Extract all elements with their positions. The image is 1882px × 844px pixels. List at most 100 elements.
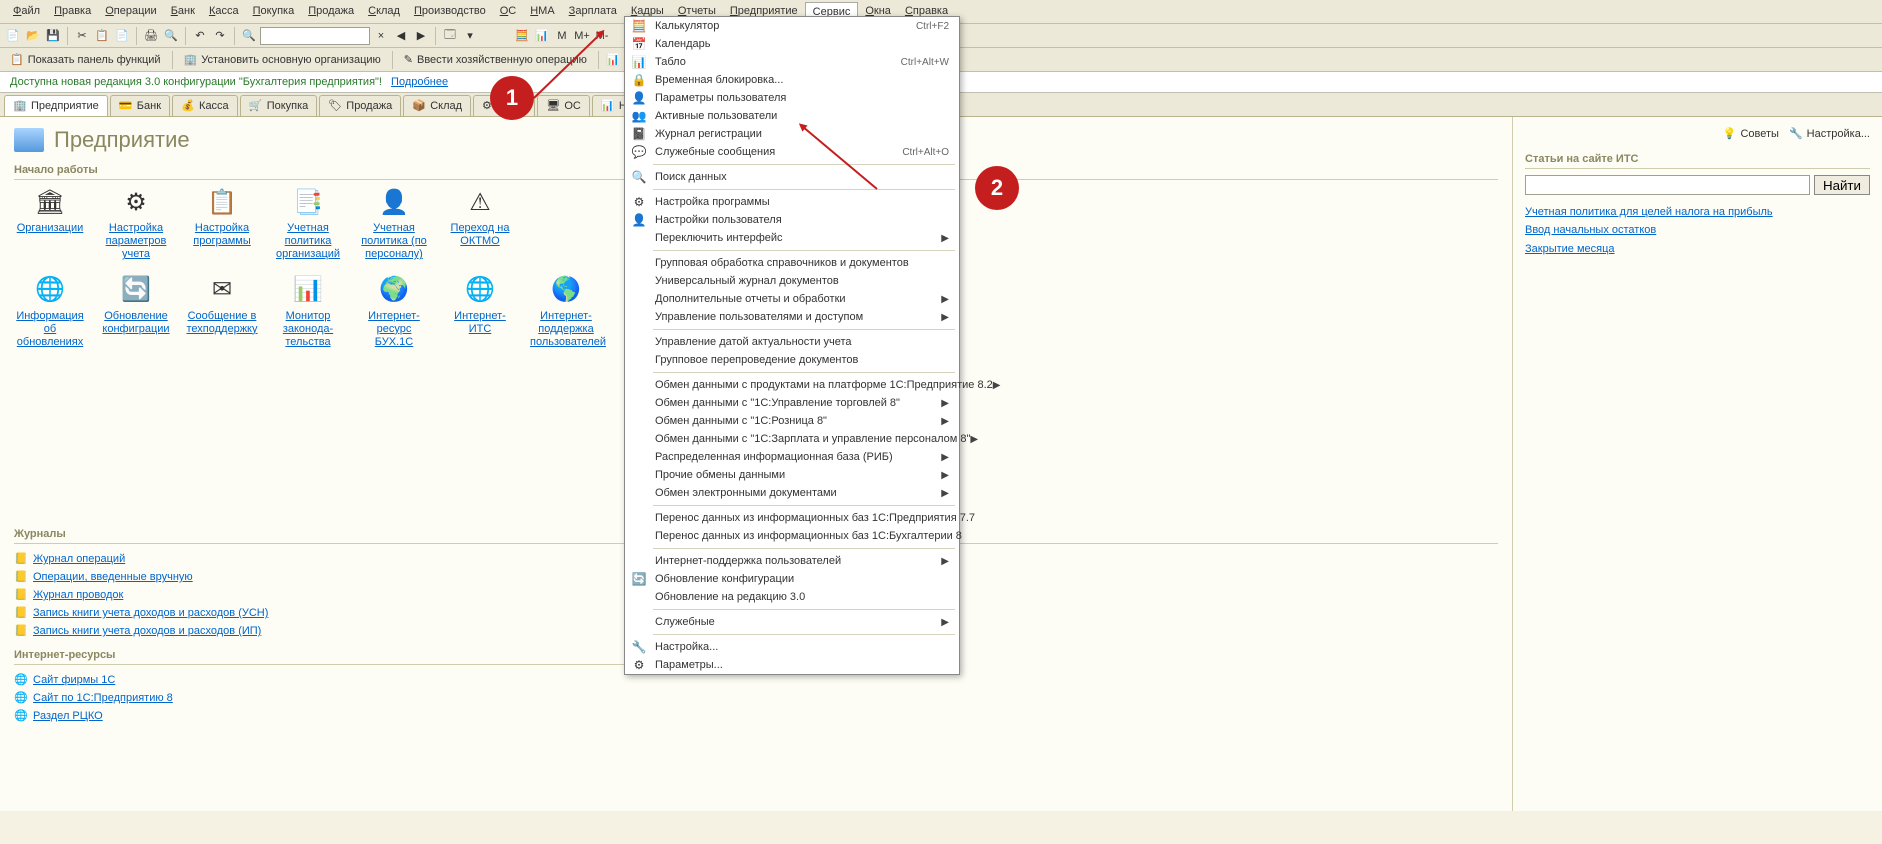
menu-item[interactable]: Служебные▶ bbox=[625, 613, 959, 631]
menu-item[interactable]: Прочие обмены данными▶ bbox=[625, 466, 959, 484]
menu-item[interactable]: Групповое перепроведение документов bbox=[625, 351, 959, 369]
menu-покупка[interactable]: Покупка bbox=[246, 2, 302, 21]
menu-item[interactable]: Обмен данными с продуктами на платформе … bbox=[625, 376, 959, 394]
show-panel-button[interactable]: 📋 Показать панель функций bbox=[4, 51, 167, 68]
action-item[interactable]: 👤Учетная политика (по персоналу) bbox=[358, 186, 430, 262]
redo-icon[interactable]: ↷ bbox=[211, 27, 229, 45]
menu-item[interactable]: 🧮КалькуляторCtrl+F2 bbox=[625, 17, 959, 35]
action-item[interactable]: 📋Настройка программы bbox=[186, 186, 258, 262]
menu-банк[interactable]: Банк bbox=[164, 2, 202, 21]
menu-item[interactable]: ⚙Настройка программы bbox=[625, 193, 959, 211]
menu-item[interactable]: Управление пользователями и доступом▶ bbox=[625, 308, 959, 326]
find-button[interactable]: Найти bbox=[1814, 175, 1870, 195]
menu-item[interactable]: 👤Настройки пользователя bbox=[625, 211, 959, 229]
action-item[interactable]: 🌐Интернет-ИТС bbox=[444, 274, 516, 350]
action-item[interactable]: ✉Сообщение в техподдержку bbox=[186, 274, 258, 350]
its-link[interactable]: Учетная политика для целей налога на при… bbox=[1525, 205, 1870, 219]
tab-предприятие[interactable]: 🏢Предприятие bbox=[4, 95, 108, 116]
next-icon[interactable]: ▶ bbox=[412, 27, 430, 45]
its-search-input[interactable] bbox=[1525, 175, 1810, 195]
menu-продажа[interactable]: Продажа bbox=[301, 2, 361, 21]
menu-операции[interactable]: Операции bbox=[98, 2, 163, 21]
menu-item[interactable]: 📊ТаблоCtrl+Alt+W bbox=[625, 53, 959, 71]
clear-icon[interactable]: × bbox=[372, 27, 390, 45]
menu-item[interactable]: 📅Календарь bbox=[625, 35, 959, 53]
menu-item[interactable]: Распределенная информационная база (РИБ)… bbox=[625, 448, 959, 466]
menu-item[interactable]: Перенос данных из информационных баз 1С:… bbox=[625, 527, 959, 545]
open-icon[interactable]: 📂 bbox=[24, 27, 42, 45]
menu-item[interactable]: Обновление на редакцию 3.0 bbox=[625, 588, 959, 606]
search-input[interactable] bbox=[260, 27, 370, 45]
menu-item[interactable]: 🔒Временная блокировка... bbox=[625, 71, 959, 89]
list-item[interactable]: 🌐Сайт по 1С:Предприятию 8 bbox=[14, 689, 746, 707]
menu-item[interactable]: Обмен данными с "1С:Зарплата и управлени… bbox=[625, 430, 959, 448]
menu-производство[interactable]: Производство bbox=[407, 2, 493, 21]
menu-item[interactable]: 🔧Настройка... bbox=[625, 638, 959, 656]
action-item[interactable]: 📑Учетная политика организаций bbox=[272, 186, 344, 262]
menu-правка[interactable]: Правка bbox=[47, 2, 98, 21]
tab-банк[interactable]: 💳Банк bbox=[110, 95, 170, 116]
menu-item[interactable]: Обмен данными с "1С:Управление торговлей… bbox=[625, 394, 959, 412]
action-item[interactable]: 📊Монитор законода- тельства bbox=[272, 274, 344, 350]
window-icon[interactable]: 🗔 bbox=[441, 27, 459, 45]
action-item[interactable]: 🔄Обновление конфиграции bbox=[100, 274, 172, 350]
tab-склад[interactable]: 📦Склад bbox=[403, 95, 471, 116]
action-item[interactable]: 🌎Интернет-поддержка пользователей bbox=[530, 274, 602, 350]
action-item[interactable]: ⚙Настройка параметров учета bbox=[100, 186, 172, 262]
menu-item[interactable]: Переключить интерфейс▶ bbox=[625, 229, 959, 247]
set-org-button[interactable]: 🏢 Установить основную организацию bbox=[178, 51, 387, 68]
undo-icon[interactable]: ↶ bbox=[191, 27, 209, 45]
action-item[interactable]: 🌍Интернет-ресурс БУХ.1С bbox=[358, 274, 430, 350]
tb2-icon-1[interactable]: 📊 bbox=[604, 51, 622, 69]
menu-нма[interactable]: НМА bbox=[523, 2, 561, 21]
menu-ос[interactable]: ОС bbox=[493, 2, 524, 21]
calc-icon[interactable]: 🧮 bbox=[513, 27, 531, 45]
mc-icon[interactable]: 📊 bbox=[533, 27, 551, 45]
menu-item[interactable]: 👥Активные пользователи bbox=[625, 107, 959, 125]
menu-файл[interactable]: Файл bbox=[6, 2, 47, 21]
save-icon[interactable]: 💾 bbox=[44, 27, 62, 45]
tab-покупка[interactable]: 🛒Покупка bbox=[240, 95, 318, 116]
search-icon[interactable]: 🔍 bbox=[240, 27, 258, 45]
menu-item[interactable]: Управление датой актуальности учета bbox=[625, 333, 959, 351]
menu-item[interactable]: Дополнительные отчеты и обработки▶ bbox=[625, 290, 959, 308]
menu-item[interactable]: 🔄Обновление конфигурации bbox=[625, 570, 959, 588]
menu-item[interactable]: Перенос данных из информационных баз 1С:… bbox=[625, 509, 959, 527]
copy-icon[interactable]: 📋 bbox=[93, 27, 111, 45]
cut-icon[interactable]: ✂ bbox=[73, 27, 91, 45]
action-item[interactable]: 🌐Информация об обновлениях bbox=[14, 274, 86, 350]
preview-icon[interactable]: 🔍 bbox=[162, 27, 180, 45]
menu-item[interactable]: Интернет-поддержка пользователей▶ bbox=[625, 552, 959, 570]
dropdown-icon[interactable]: ▾ bbox=[461, 27, 479, 45]
list-item[interactable]: 🌐Раздел РЦКО bbox=[14, 707, 746, 725]
menu-item[interactable]: ⚙Параметры... bbox=[625, 656, 959, 674]
notice-link[interactable]: Подробнее bbox=[391, 76, 448, 88]
settings-button[interactable]: 🔧Настройка... bbox=[1789, 127, 1870, 140]
tab-касса[interactable]: 💰Касса bbox=[172, 95, 238, 116]
menu-item[interactable]: 📓Журнал регистрации bbox=[625, 125, 959, 143]
menu-item[interactable]: 🔍Поиск данных bbox=[625, 168, 959, 186]
prev-icon[interactable]: ◀ bbox=[392, 27, 410, 45]
new-icon[interactable]: 📄 bbox=[4, 27, 22, 45]
menu-item[interactable]: 👤Параметры пользователя bbox=[625, 89, 959, 107]
its-link[interactable]: Ввод начальных остатков bbox=[1525, 223, 1870, 237]
menu-item[interactable]: Обмен электронными документами▶ bbox=[625, 484, 959, 502]
print-icon[interactable]: 🖨 bbox=[142, 27, 160, 45]
menu-item[interactable]: 💬Служебные сообщенияCtrl+Alt+O bbox=[625, 143, 959, 161]
action-item[interactable]: 🏛Организации bbox=[14, 186, 86, 262]
m-label[interactable]: М bbox=[553, 27, 571, 45]
its-link[interactable]: Закрытие месяца bbox=[1525, 242, 1870, 256]
tab-продажа[interactable]: 🏷Продажа bbox=[319, 95, 401, 116]
menu-склад[interactable]: Склад bbox=[361, 2, 407, 21]
tips-button[interactable]: 💡Советы bbox=[1723, 127, 1779, 140]
menu-item[interactable]: Обмен данными с "1С:Розница 8"▶ bbox=[625, 412, 959, 430]
action-item[interactable]: ⚠Переход на ОКТМО bbox=[444, 186, 516, 262]
menu-item[interactable]: Групповая обработка справочников и докум… bbox=[625, 254, 959, 272]
enter-op-button[interactable]: ✎ Ввести хозяйственную операцию bbox=[398, 51, 593, 68]
menu-касса[interactable]: Касса bbox=[202, 2, 246, 21]
mplus-label[interactable]: М+ bbox=[573, 27, 591, 45]
menu-зарплата[interactable]: Зарплата bbox=[562, 2, 624, 21]
paste-icon[interactable]: 📄 bbox=[113, 27, 131, 45]
tab-ос[interactable]: 🖥ОС bbox=[537, 95, 590, 116]
menu-item[interactable]: Универсальный журнал документов bbox=[625, 272, 959, 290]
